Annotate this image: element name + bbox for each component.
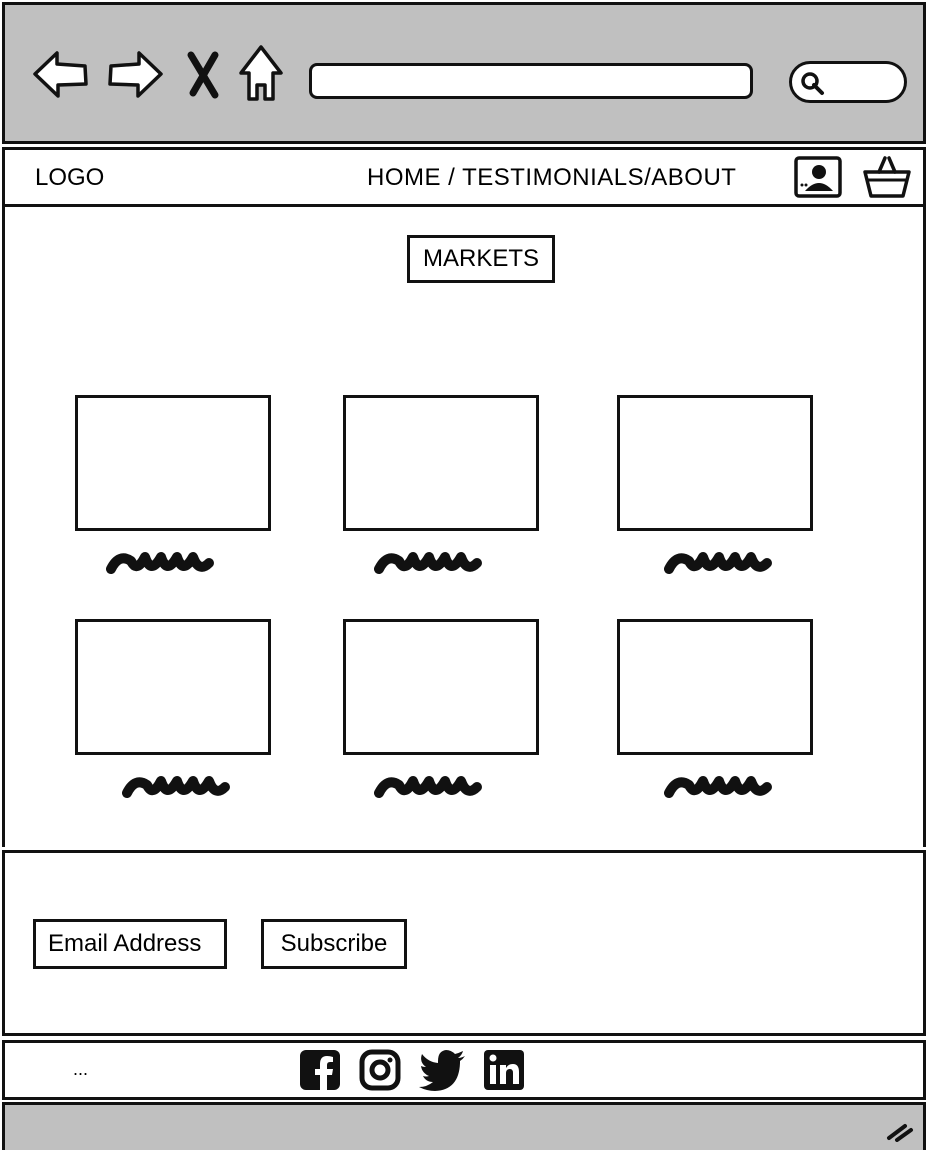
market-card[interactable] [617, 619, 813, 755]
account-icon[interactable] [793, 155, 843, 204]
image-placeholder [75, 395, 271, 531]
main-content: MARKETS [2, 207, 926, 847]
browser-window: LOGO HOME / TESTIMONIALS/ABOUT MARKETS E… [0, 0, 926, 1150]
twitter-icon[interactable] [419, 1049, 467, 1096]
caption-scribble [374, 552, 482, 574]
facebook-icon[interactable] [299, 1049, 341, 1096]
market-card[interactable] [617, 395, 813, 531]
caption-scribble [664, 552, 772, 574]
markets-button[interactable]: MARKETS [407, 235, 555, 283]
image-placeholder [617, 395, 813, 531]
home-icon[interactable] [233, 43, 295, 105]
basket-icon[interactable] [861, 154, 913, 205]
arrow-left-icon[interactable] [31, 43, 93, 105]
instagram-icon[interactable] [359, 1049, 401, 1096]
subscribe-button[interactable]: Subscribe [261, 919, 407, 969]
newsletter-section: Subscribe [2, 850, 926, 1036]
email-field[interactable] [33, 919, 227, 969]
resize-handle-icon[interactable] [885, 1118, 915, 1147]
browser-toolbar [2, 2, 926, 144]
linkedin-icon[interactable] [483, 1049, 525, 1096]
caption-scribble [664, 776, 772, 798]
site-navbar: LOGO HOME / TESTIMONIALS/ABOUT [2, 147, 926, 207]
browser-search-field[interactable] [789, 61, 907, 103]
logo[interactable]: LOGO [35, 164, 104, 192]
image-placeholder [617, 619, 813, 755]
market-card[interactable] [75, 619, 271, 755]
image-placeholder [75, 619, 271, 755]
social-footer: ... [2, 1040, 926, 1100]
market-card[interactable] [343, 395, 539, 531]
browser-status-bar [2, 1102, 926, 1150]
caption-scribble [374, 776, 482, 798]
footer-text: ... [73, 1059, 89, 1079]
market-card[interactable] [343, 619, 539, 755]
market-card[interactable] [75, 395, 271, 531]
caption-scribble [122, 776, 230, 798]
image-placeholder [343, 395, 539, 531]
address-bar[interactable] [309, 63, 753, 99]
image-placeholder [343, 619, 539, 755]
nav-links[interactable]: HOME / TESTIMONIALS/ABOUT [367, 164, 736, 192]
caption-scribble [106, 552, 214, 574]
arrow-right-icon[interactable] [105, 43, 167, 105]
